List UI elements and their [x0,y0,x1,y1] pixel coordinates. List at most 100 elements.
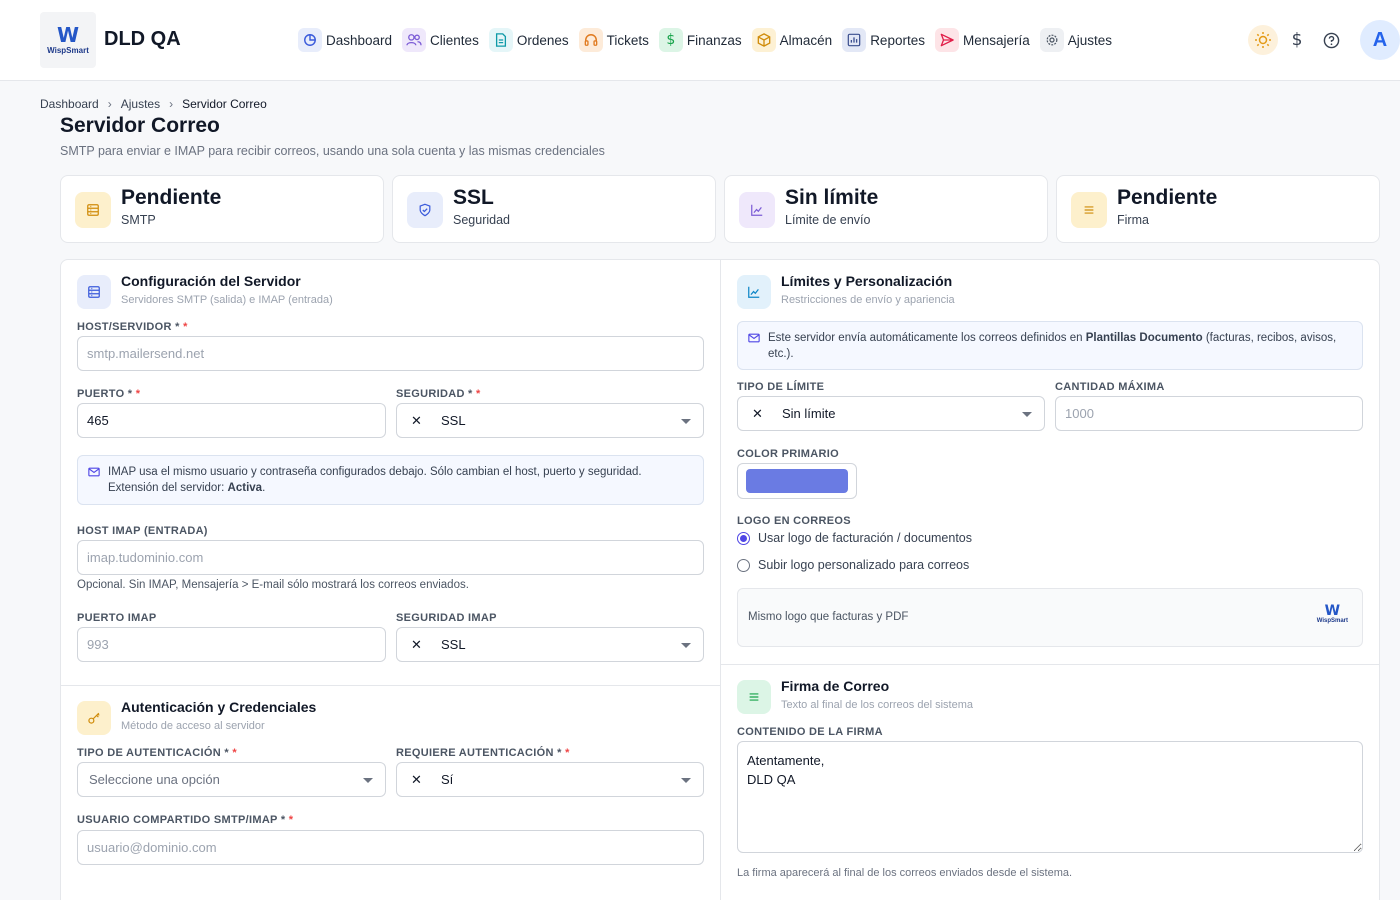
sun-icon[interactable] [1248,25,1278,55]
stat-value: Sin límite [785,186,879,209]
bar-chart-icon [842,28,867,52]
section-title: Límites y Personalización [781,273,953,289]
clear-icon[interactable]: ✕ [411,637,423,653]
nav-item-almacen[interactable]: Almacén [751,26,833,54]
security-select[interactable]: ✕ SSL [396,403,704,438]
nav-label: Ajustes [1067,32,1113,48]
select-value: Sin límite [782,406,836,421]
nav-label: Ordenes [516,32,569,48]
nav-item-finanzas[interactable]: $ Finanzas [658,26,742,54]
auth-required-select[interactable]: ✕ Sí [396,762,704,797]
mail-icon [88,466,100,483]
field-label: REQUIERE AUTENTICACIÓN * * [396,747,570,759]
radio-label: Usar logo de facturación / documentos [758,531,973,545]
field-label: SEGURIDAD IMAP [396,612,497,624]
color-swatch [746,469,848,493]
chevron-down-icon [681,643,691,648]
port-input[interactable] [77,403,386,438]
shield-icon [407,192,443,228]
server-icon [77,275,111,309]
nav-label: Finanzas [686,32,742,48]
radio-custom-logo[interactable]: Subir logo personalizado para correos [737,558,969,572]
host-input[interactable] [77,336,704,371]
imap-port-input[interactable] [77,627,386,662]
dollar-icon: $ [658,28,683,52]
clear-icon[interactable]: ✕ [411,413,423,429]
top-navbar: W WispSmart DLD QA Dashboard Clientes Or… [0,0,1400,81]
stat-label: SMTP [121,213,156,227]
imap-security-select[interactable]: ✕ SSL [396,627,704,662]
select-value: SSL [441,637,466,652]
stat-label: Firma [1117,213,1149,227]
nav-item-ajustes[interactable]: Ajustes [1039,26,1113,54]
nav-label: Dashboard [326,32,393,48]
info-text: IMAP usa el mismo usuario y contraseña c… [108,466,642,494]
radio-unchecked-icon [737,558,750,572]
field-label: SEGURIDAD * * [396,388,481,400]
logo-preview-text: Mismo logo que facturas y PDF [748,611,909,623]
field-hint: La firma aparecerá al final de los corre… [737,867,1073,879]
logo-letter: W [56,23,80,47]
field-label: CANTIDAD MÁXIMA [1055,381,1165,393]
nav-item-reportes[interactable]: Reportes [842,26,925,54]
field-label: USUARIO COMPARTIDO SMTP/IMAP * * [77,814,294,826]
section-divider [61,685,720,686]
nav-item-ordenes[interactable]: Ordenes [488,26,569,54]
section-subtitle: Método de acceso al servidor [121,720,265,732]
section-divider [721,664,1379,665]
section-title: Firma de Correo [781,678,890,694]
key-icon [77,701,111,735]
field-label: LOGO EN CORREOS [737,515,851,527]
field-label: TIPO DE LÍMITE [737,381,825,393]
nav-label: Reportes [870,32,925,48]
chevron-down-icon [681,419,691,424]
trend-icon [737,275,771,309]
select-value: Sí [441,772,454,787]
breadcrumb-dashboard[interactable]: Dashboard [40,97,99,111]
avatar[interactable]: A [1360,20,1400,60]
stat-card-signature: Pendiente Firma [1056,175,1380,243]
field-label: PUERTO IMAP [77,612,157,624]
limit-type-select[interactable]: ✕ Sin límite [737,396,1045,431]
primary-color-picker[interactable] [737,463,857,499]
logo-letter: W [1324,603,1341,619]
shared-user-input[interactable] [77,830,704,865]
stat-value: Pendiente [1117,186,1218,209]
nav-item-mensajeria[interactable]: Mensajería [934,26,1030,54]
stat-label: Límite de envío [785,213,871,227]
info-text: Este servidor envía automáticamente los … [768,332,1337,360]
signature-textarea[interactable] [737,741,1363,853]
field-label: PUERTO * * [77,388,141,400]
section-subtitle: Restricciones de envío y apariencia [781,294,955,306]
headset-icon [578,28,603,52]
chevron-right-icon: › [107,97,112,111]
stat-card-security: SSL Seguridad [392,175,716,243]
nav-item-tickets[interactable]: Tickets [578,26,649,54]
chevron-down-icon [681,778,691,783]
imap-host-input[interactable] [77,540,704,575]
app-logo: W WispSmart [1317,604,1348,624]
auth-type-select[interactable]: Seleccione una opción [77,762,386,797]
clear-icon[interactable]: ✕ [411,772,423,788]
logo-preview: Mismo logo que facturas y PDF W WispSmar… [737,588,1363,647]
field-label: COLOR PRIMARIO [737,448,839,460]
max-quantity-input[interactable] [1055,396,1363,431]
server-icon [75,192,111,228]
radio-checked-icon [737,531,750,545]
nav-label: Almacén [779,32,833,48]
nav-item-dashboard[interactable]: Dashboard [298,26,392,54]
app-logo[interactable]: W WispSmart [40,12,96,68]
radio-use-billing-logo[interactable]: Usar logo de facturación / documentos [737,531,972,545]
lines-icon [737,680,771,714]
gear-icon [1039,28,1064,52]
stat-card-smtp: Pendiente SMTP [60,175,384,243]
dollar-icon[interactable]: $ [1282,25,1312,55]
field-label: HOST/SERVIDOR * * [77,321,188,333]
breadcrumb: Dashboard › Ajustes › Servidor Correo [40,97,267,111]
help-icon[interactable] [1316,25,1346,55]
clear-icon[interactable]: ✕ [752,406,764,422]
section-title: Configuración del Servidor [121,273,301,289]
breadcrumb-ajustes[interactable]: Ajustes [121,97,160,111]
nav-item-clientes[interactable]: Clientes [402,26,479,54]
nav-label: Mensajería [962,32,1030,48]
